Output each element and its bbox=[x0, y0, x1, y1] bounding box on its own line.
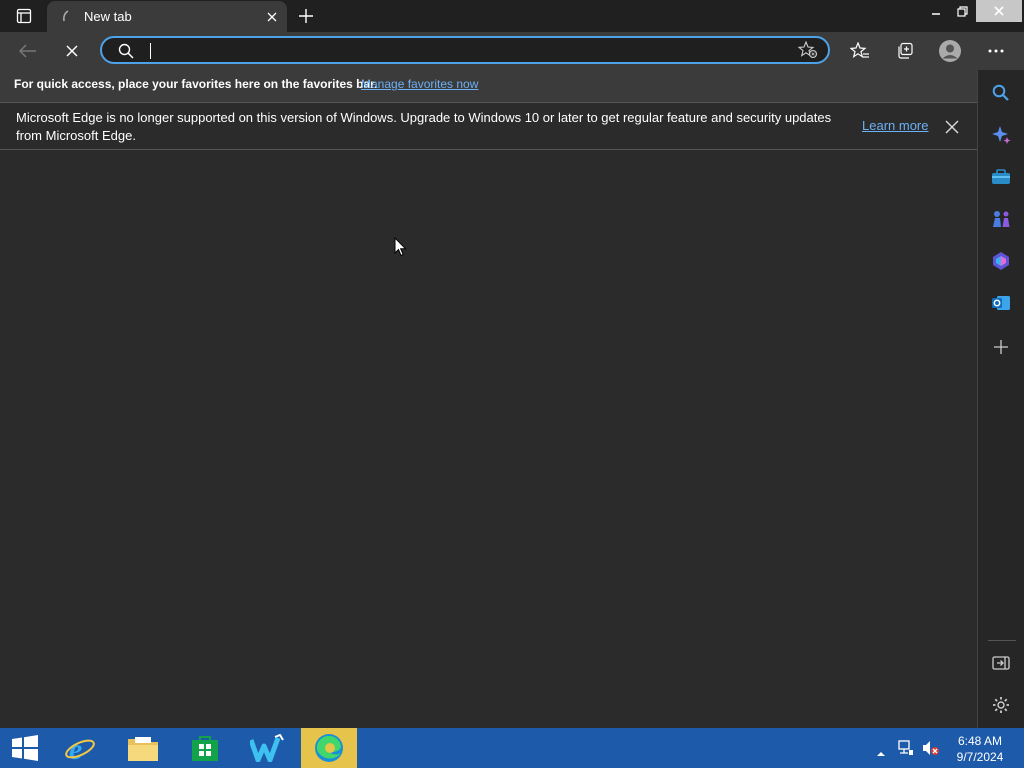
plus-icon bbox=[994, 340, 1008, 354]
page-content bbox=[0, 150, 977, 728]
tab-title: New tab bbox=[84, 9, 132, 24]
store-icon bbox=[192, 736, 218, 761]
favorites-bar-message: For quick access, place your favorites h… bbox=[14, 77, 378, 91]
learn-more-link[interactable]: Learn more bbox=[862, 118, 928, 133]
outlook-icon bbox=[992, 296, 1010, 310]
tab-new-tab[interactable]: New tab bbox=[47, 1, 287, 32]
infobar-message: Microsoft Edge is no longer supported on… bbox=[16, 110, 832, 143]
sidebar-settings-button[interactable] bbox=[988, 692, 1014, 718]
tab-close-button[interactable] bbox=[263, 8, 281, 26]
address-input[interactable] bbox=[154, 40, 778, 62]
games-icon bbox=[993, 211, 1010, 227]
taskbar: e 6:48 AM 9/7/2024 bbox=[0, 728, 1024, 768]
sidebar-divider bbox=[988, 640, 1016, 641]
favorites-bar: For quick access, place your favorites h… bbox=[0, 70, 977, 102]
add-favorite-icon[interactable] bbox=[798, 41, 818, 59]
sidebar-microsoft365-button[interactable] bbox=[988, 248, 1014, 274]
windows-logo-icon bbox=[12, 735, 38, 761]
toolbar bbox=[0, 32, 1024, 70]
manage-favorites-link[interactable]: Manage favorites now bbox=[361, 77, 478, 91]
internet-explorer-icon: e bbox=[65, 733, 95, 764]
taskbar-microsoft-edge[interactable] bbox=[301, 728, 357, 768]
chevron-up-icon bbox=[877, 752, 885, 756]
more-icon bbox=[988, 49, 1004, 53]
network-icon bbox=[898, 740, 913, 755]
sidebar-shopping-button[interactable] bbox=[988, 164, 1014, 190]
tab-actions-icon bbox=[16, 8, 32, 24]
close-window-button[interactable] bbox=[976, 0, 1022, 22]
sidebar-games-button[interactable] bbox=[988, 206, 1014, 232]
text-caret bbox=[150, 43, 151, 59]
sidebar-search-button[interactable] bbox=[988, 80, 1014, 106]
file-explorer-icon bbox=[128, 737, 158, 761]
settings-more-button[interactable] bbox=[981, 36, 1011, 66]
app-w-icon bbox=[250, 734, 284, 762]
volume-muted-icon bbox=[923, 741, 939, 755]
close-icon bbox=[267, 12, 277, 22]
favorites-button[interactable] bbox=[845, 36, 875, 66]
taskbar-app-w[interactable] bbox=[239, 728, 295, 768]
close-icon bbox=[945, 120, 959, 134]
minimize-icon bbox=[932, 13, 940, 15]
taskbar-store[interactable] bbox=[177, 728, 233, 768]
copilot-icon bbox=[992, 126, 1011, 144]
taskbar-file-explorer[interactable] bbox=[115, 728, 171, 768]
shopping-icon bbox=[992, 169, 1010, 184]
new-tab-button[interactable] bbox=[293, 3, 319, 29]
edge-sidebar bbox=[977, 70, 1024, 728]
plus-icon bbox=[299, 9, 313, 23]
close-icon bbox=[66, 45, 78, 57]
collections-button[interactable] bbox=[890, 36, 920, 66]
taskbar-internet-explorer[interactable]: e bbox=[52, 728, 108, 768]
microsoft365-icon bbox=[993, 252, 1009, 270]
tab-strip: New tab bbox=[0, 0, 1024, 32]
hide-sidebar-icon bbox=[992, 656, 1010, 670]
favorites-icon bbox=[850, 42, 869, 58]
clock-time: 6:48 AM bbox=[957, 734, 1003, 748]
tray-volume-button[interactable] bbox=[922, 740, 940, 761]
sidebar-copilot-button[interactable] bbox=[988, 122, 1014, 148]
loading-icon bbox=[63, 10, 69, 22]
gear-icon bbox=[993, 697, 1009, 713]
avatar bbox=[939, 40, 961, 62]
back-button[interactable] bbox=[13, 36, 43, 66]
mouse-cursor-icon bbox=[394, 237, 407, 257]
infobar-close-button[interactable] bbox=[942, 117, 962, 137]
back-arrow-icon bbox=[19, 44, 36, 58]
restore-button[interactable] bbox=[950, 0, 974, 22]
tab-actions-button[interactable] bbox=[8, 4, 40, 28]
sidebar-outlook-button[interactable] bbox=[988, 290, 1014, 316]
microsoft-edge-icon bbox=[315, 734, 343, 762]
clock-date: 9/7/2024 bbox=[956, 750, 1004, 764]
restore-icon bbox=[956, 5, 968, 17]
tray-network-button[interactable] bbox=[898, 740, 914, 761]
collections-icon bbox=[898, 42, 913, 59]
minimize-button[interactable] bbox=[924, 0, 948, 22]
address-bar[interactable] bbox=[100, 36, 830, 64]
taskbar-clock[interactable]: 6:48 AM 9/7/2024 bbox=[944, 733, 1016, 765]
unsupported-os-infobar: Microsoft Edge is no longer supported on… bbox=[0, 102, 977, 150]
hide-sidebar-button[interactable] bbox=[988, 650, 1014, 676]
search-icon bbox=[118, 43, 134, 59]
search-icon bbox=[992, 84, 1009, 101]
sidebar-add-button[interactable] bbox=[988, 334, 1014, 360]
tray-show-hidden-button[interactable] bbox=[876, 744, 886, 762]
stop-loading-button[interactable] bbox=[57, 36, 87, 66]
close-icon bbox=[994, 6, 1004, 16]
profile-button[interactable] bbox=[935, 36, 965, 66]
start-button[interactable] bbox=[0, 728, 50, 768]
